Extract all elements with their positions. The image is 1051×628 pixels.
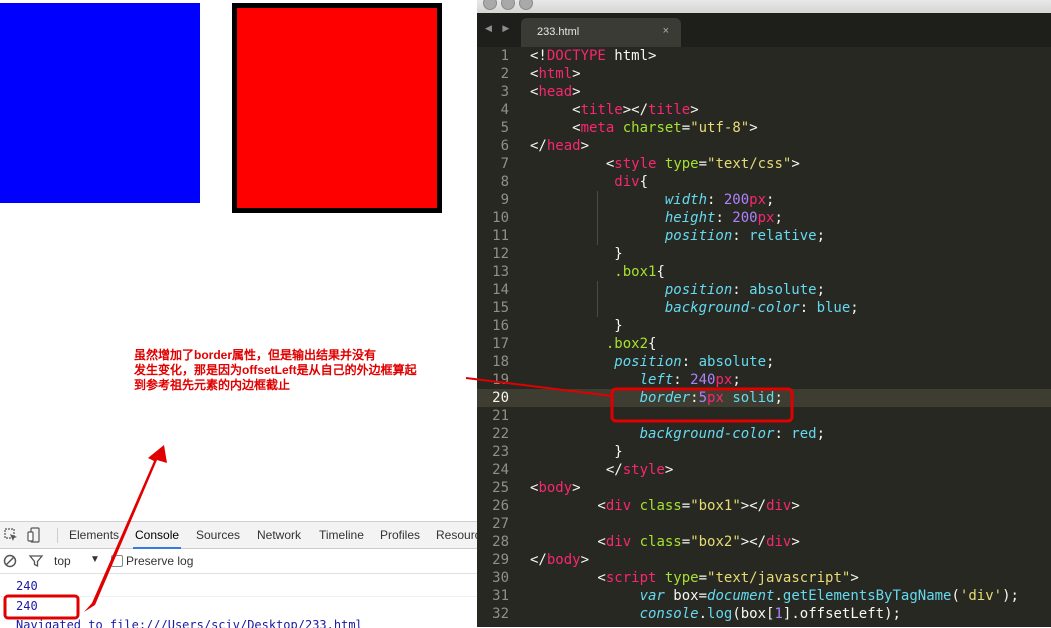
window-titlebar [477,0,1051,13]
minimize-window-icon[interactable] [501,0,515,10]
annotation-line: 到参考祖先元素的内边框截止 [134,378,291,392]
tab-sources[interactable]: Sources [196,528,240,542]
clear-console-icon[interactable] [2,553,18,569]
file-tab[interactable]: 233.html × [521,18,681,47]
inspect-element-icon[interactable] [3,527,19,543]
device-mode-icon[interactable] [27,527,43,543]
annotation-note: 虽然增加了border属性，但是输出结果并没有 发生变化，那是因为offsetL… [134,348,474,393]
tab-timeline[interactable]: Timeline [319,528,364,542]
console-output-line: 240 [16,579,38,593]
tab-elements[interactable]: Elements [69,528,119,542]
console-output-line: 240 [16,599,38,613]
zoom-window-icon[interactable] [519,0,533,10]
code-editor-window: ◀ ▶ 233.html × 1 <!DOCTYPE html> 2 <html… [477,0,1051,627]
close-window-icon[interactable] [483,0,497,10]
tab-resources[interactable]: Resources [436,528,478,542]
console-line-divider [0,596,478,597]
chevron-down-icon[interactable]: ▼ [90,554,100,565]
context-selector[interactable]: top [54,554,71,568]
tab-console[interactable]: Console [132,528,182,549]
preserve-log-checkbox[interactable] [111,555,123,567]
tab-profiles[interactable]: Profiles [380,528,420,542]
console-toolbar: top ▼ Preserve log [0,549,478,574]
blue-box1 [0,3,200,203]
editor-tab-strip: ◀ ▶ 233.html × [477,13,1051,47]
annotation-line: 虽然增加了border属性，但是输出结果并没有 [134,348,377,362]
tab-nav-arrows[interactable]: ◀ ▶ [485,23,513,34]
devtools-panel: Elements Console Sources Network Timelin… [0,521,478,628]
annotation-line: 发生变化，那是因为offsetLeft是从自己的外边框算起 [134,363,417,377]
toolbar-divider [57,528,58,543]
tab-network[interactable]: Network [257,528,301,542]
filter-icon[interactable] [28,553,44,569]
file-tab-title: 233.html [537,26,580,38]
red-box2 [232,3,442,213]
preserve-log-label: Preserve log [126,554,194,568]
devtools-tab-bar: Elements Console Sources Network Timelin… [0,522,478,549]
close-tab-icon[interactable]: × [663,25,669,37]
